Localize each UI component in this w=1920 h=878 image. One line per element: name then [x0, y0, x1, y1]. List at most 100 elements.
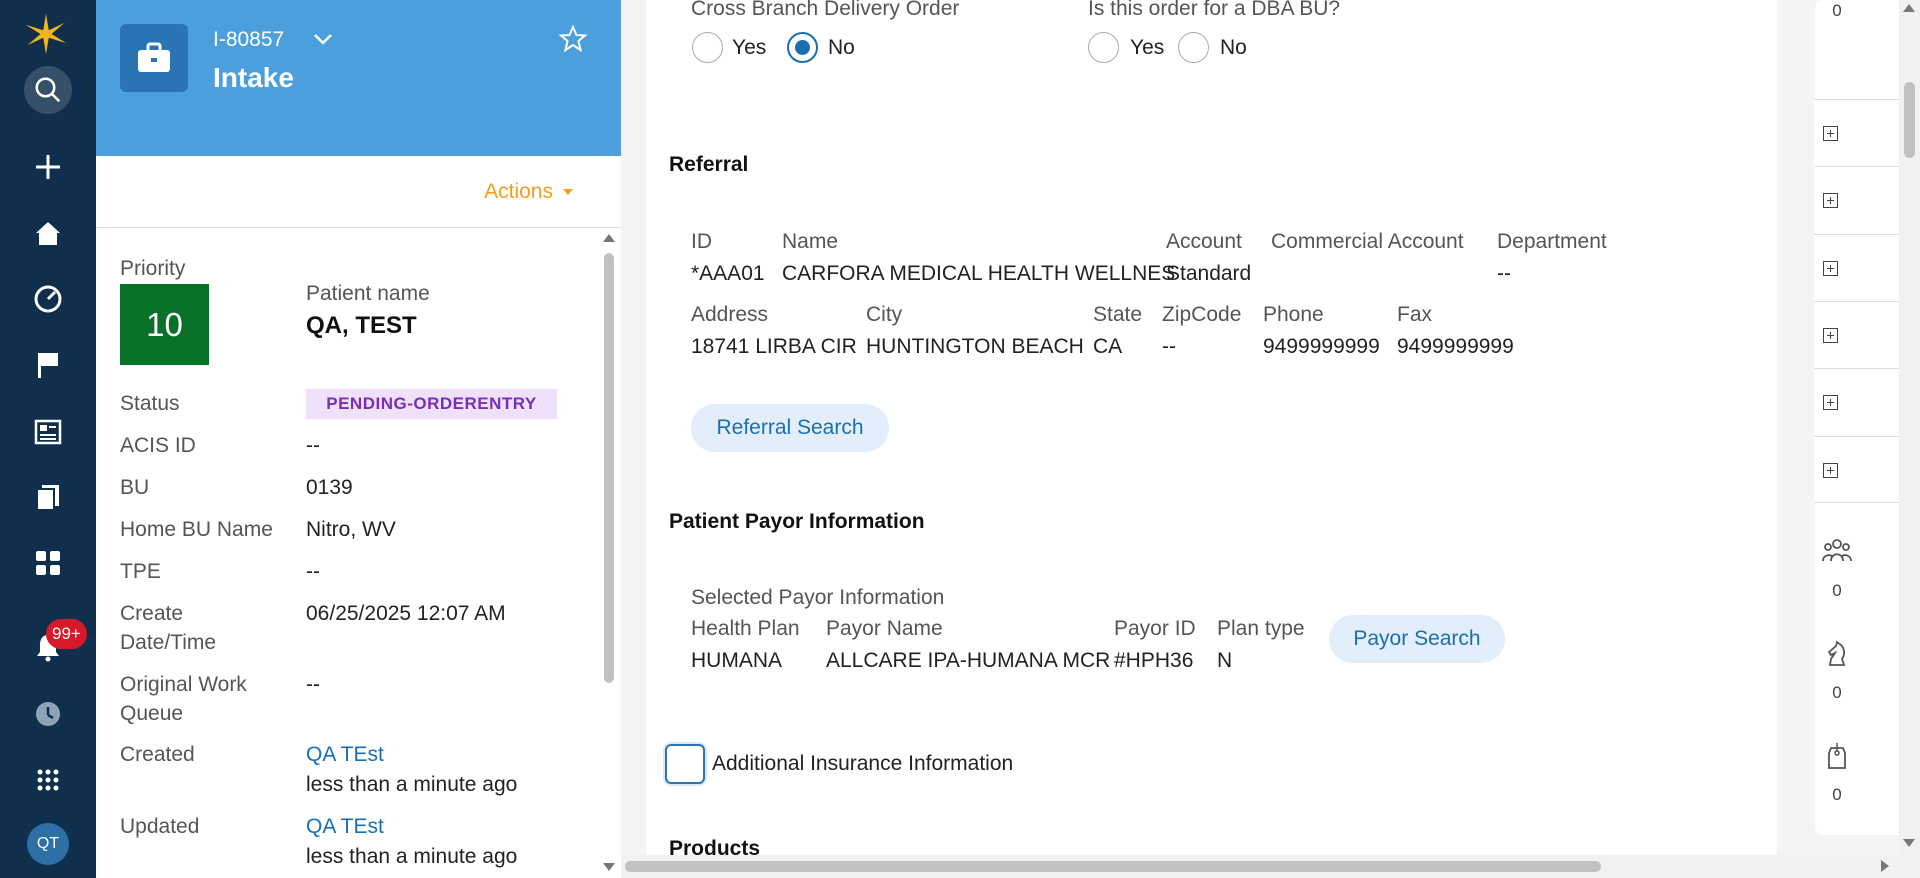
original-work-queue-label-line1: Original Work	[120, 673, 247, 696]
payor-header-payor-id: Payor ID	[1114, 617, 1196, 640]
dba-yes-radio[interactable]	[1088, 32, 1119, 63]
updated-by-link[interactable]: QA TEst	[306, 812, 384, 841]
case-summary-panel: Priority 10 Patient name QA, TEST Status…	[96, 229, 598, 878]
acis-id-label: ACIS ID	[120, 434, 196, 457]
payor-header-health-plan: Health Plan	[691, 617, 800, 640]
tpe-label: TPE	[120, 560, 161, 583]
cross-branch-yes-radio[interactable]	[692, 32, 723, 63]
user-avatar[interactable]: QT	[27, 823, 69, 865]
main-horizontal-scrollbar[interactable]	[621, 855, 1920, 878]
cross-branch-label: Cross Branch Delivery Order	[691, 0, 960, 20]
referral-department-value: --	[1497, 262, 1511, 285]
grid-icon[interactable]	[24, 539, 72, 587]
plus-icon[interactable]	[24, 143, 72, 191]
chess-knight-icon[interactable]	[1820, 637, 1854, 671]
chevron-down-icon[interactable]	[310, 26, 336, 52]
priority-badge: 10	[120, 284, 209, 365]
referral-section-title: Referral	[669, 153, 749, 176]
patient-name-label: Patient name	[306, 282, 430, 305]
referral-header-state: State	[1093, 303, 1143, 326]
knight-count: 0	[1832, 683, 1842, 702]
updated-label: Updated	[120, 815, 200, 838]
actions-menu-button[interactable]: Actions	[484, 180, 573, 204]
summary-scrollbar[interactable]	[598, 229, 621, 878]
created-by-link[interactable]: QA TEst	[306, 740, 384, 769]
cross-branch-no-radio[interactable]	[787, 32, 818, 63]
team-count: 0	[1832, 581, 1842, 600]
payor-section-title: Patient Payor Information	[669, 510, 925, 533]
referral-fax-value: 9499999999	[1397, 335, 1514, 358]
referral-header-name: Name	[782, 230, 839, 253]
page-vertical-scrollbar-thumb[interactable]	[1904, 82, 1915, 158]
referral-header-department: Department	[1497, 230, 1607, 253]
news-icon[interactable]	[24, 408, 72, 456]
additional-insurance-label: Additional Insurance Information	[712, 752, 1014, 775]
page-vertical-scrollbar[interactable]	[1899, 0, 1920, 855]
referral-account-value: Standard	[1166, 262, 1252, 285]
expand-section-6[interactable]	[1814, 436, 1900, 503]
cross-branch-no-label: No	[828, 36, 855, 59]
referral-header-city: City	[866, 303, 903, 326]
apps-icon[interactable]	[24, 756, 72, 804]
case-id: I-80857	[213, 28, 285, 51]
expand-section-2[interactable]	[1814, 166, 1900, 233]
expand-section-3[interactable]	[1814, 234, 1900, 301]
home-bu-label: Home BU Name	[120, 518, 273, 541]
summary-scrollbar-thumb[interactable]	[604, 253, 614, 683]
original-work-queue-label-line2: Queue	[120, 702, 184, 725]
payor-health-plan-value: HUMANA	[691, 649, 783, 672]
referral-header-zipcode: ZipCode	[1162, 303, 1242, 326]
payor-subtitle: Selected Payor Information	[691, 586, 945, 609]
payor-id-value: #HPH36	[1114, 649, 1194, 672]
dba-no-label: No	[1220, 36, 1247, 59]
referral-header-id: ID	[691, 230, 712, 253]
priority-label: Priority	[120, 257, 186, 280]
search-icon[interactable]	[24, 66, 72, 114]
tag-icon[interactable]	[1820, 739, 1854, 773]
created-when: less than a minute ago	[306, 773, 518, 796]
referral-zipcode-value: --	[1162, 335, 1176, 358]
actions-bar: Actions	[96, 156, 621, 228]
flag-icon[interactable]	[24, 341, 72, 389]
briefcase-icon	[120, 24, 188, 92]
scroll-up-arrow-icon[interactable]	[603, 234, 615, 242]
history-icon[interactable]	[24, 690, 72, 738]
team-icon[interactable]	[1820, 535, 1854, 569]
home-icon[interactable]	[24, 209, 72, 257]
referral-city-value: HUNTINGTON BEACH	[866, 335, 1084, 358]
plus-box-icon	[1823, 328, 1838, 343]
referral-header-fax: Fax	[1397, 303, 1433, 326]
scroll-down-arrow-icon[interactable]	[1903, 839, 1915, 847]
expand-section-1[interactable]	[1814, 99, 1900, 166]
referral-header-account: Account	[1166, 230, 1242, 253]
dashboard-icon[interactable]	[24, 275, 72, 323]
expand-section-4[interactable]	[1814, 301, 1900, 368]
additional-insurance-checkbox[interactable]	[665, 744, 705, 784]
caret-down-icon	[563, 189, 573, 195]
documents-icon[interactable]	[24, 473, 72, 521]
original-work-queue-value: --	[306, 673, 320, 696]
actions-label: Actions	[484, 180, 553, 203]
referral-search-button[interactable]: Referral Search	[691, 404, 889, 452]
home-bu-value: Nitro, WV	[306, 518, 396, 541]
patient-name-value: QA, TEST	[306, 312, 417, 339]
scroll-up-arrow-icon[interactable]	[1903, 4, 1915, 12]
payor-search-button[interactable]: Payor Search	[1329, 615, 1505, 663]
plus-box-icon	[1823, 463, 1838, 478]
dba-no-radio[interactable]	[1178, 32, 1209, 63]
acis-id-value: --	[306, 434, 320, 457]
create-datetime-value: 06/25/2025 12:07 AM	[306, 602, 506, 625]
scroll-down-arrow-icon[interactable]	[603, 863, 615, 871]
updated-when: less than a minute ago	[306, 845, 518, 868]
main-horizontal-scrollbar-thumb[interactable]	[625, 861, 1601, 872]
app-logo-icon[interactable]	[22, 10, 70, 58]
notification-badge: 99+	[46, 619, 87, 649]
dba-yes-label: Yes	[1130, 36, 1165, 59]
expand-section-5[interactable]	[1814, 368, 1900, 435]
referral-name-value: CARFORA MEDICAL HEALTH WELLNES	[782, 262, 1176, 285]
star-icon[interactable]	[558, 24, 588, 54]
payor-name-value: ALLCARE IPA-HUMANA MCR	[826, 649, 1111, 672]
bu-value: 0139	[306, 476, 353, 499]
plus-box-icon	[1823, 193, 1838, 208]
plus-box-icon	[1823, 261, 1838, 276]
